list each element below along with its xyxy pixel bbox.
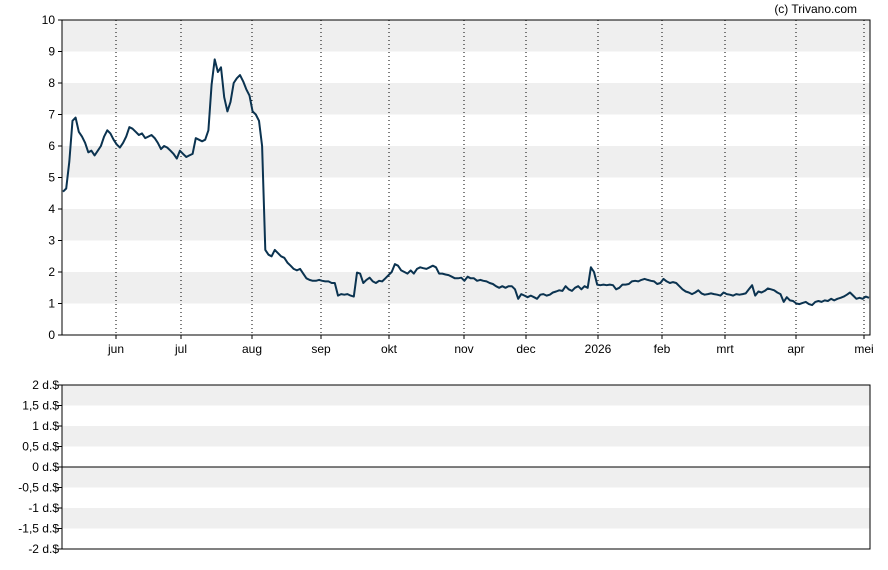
y-tick-label: 1,5 d.$: [22, 399, 59, 413]
x-tick-label: jun: [107, 342, 124, 356]
x-tick-label: nov: [454, 342, 473, 356]
grid-band: [62, 508, 870, 529]
x-tick-label: dec: [516, 342, 535, 356]
y-tick-label: -1,5 d.$: [18, 522, 59, 536]
y-tick-label: 0,5 d.$: [22, 440, 59, 454]
x-tick-label: aug: [242, 342, 262, 356]
y-tick-label: -2 d.$: [28, 542, 59, 556]
x-tick-label: mrt: [716, 342, 734, 356]
y-tick-label: -0,5 d.$: [18, 481, 59, 495]
grid-band: [62, 467, 870, 488]
chart-svg: (c) Trivano.com jun jul aug sep okt nov dec 202…: [18, 2, 874, 556]
y-tick-label: 0: [48, 328, 55, 342]
grid-band: [62, 426, 870, 447]
y-tick-label: 6: [48, 139, 55, 153]
y-tick-label: 1 d.$: [32, 419, 59, 433]
price-chart: jun jul aug sep okt nov dec 2026 feb mrt apr mei 0 1 2…: [42, 13, 874, 356]
x-tick-label: feb: [654, 342, 671, 356]
x-tick-label: 2026: [585, 342, 612, 356]
x-tick-label: jul: [174, 342, 187, 356]
y-tick-label: 10: [42, 13, 56, 27]
grid-band: [62, 20, 870, 52]
copyright-text: (c) Trivano.com: [774, 2, 857, 16]
grid-band: [62, 385, 870, 406]
grid-band: [62, 209, 870, 241]
y-tick-label: 4: [48, 202, 55, 216]
x-tick-label: mei: [854, 342, 873, 356]
y-tick-label: 0 d.$: [32, 460, 59, 474]
y-tick-label: 2 d.$: [32, 378, 59, 392]
x-tick-label: sep: [311, 342, 331, 356]
chart-root: (c) Trivano.com jun jul aug sep okt nov dec 202…: [0, 0, 888, 565]
y-tick-label: 7: [48, 108, 55, 122]
y-tick-label: -1 d.$: [28, 501, 59, 515]
y-tick-label: 5: [48, 171, 55, 185]
y-tick-label: 1: [48, 297, 55, 311]
x-tick-label: apr: [787, 342, 804, 356]
y-tick-label: 3: [48, 234, 55, 248]
y-tick-label: 2: [48, 265, 55, 279]
x-tick-label: okt: [381, 342, 398, 356]
volume-chart: 2 d.$ 1,5 d.$ 1 d.$ 0,5 d.$ 0 d.$ -0,5 d.$ -1 …: [18, 378, 871, 556]
grid-band: [62, 272, 870, 304]
y-tick-label: 8: [48, 76, 55, 90]
y-tick-label: 9: [48, 45, 55, 59]
grid-band: [62, 83, 870, 115]
grid-band: [62, 146, 870, 178]
